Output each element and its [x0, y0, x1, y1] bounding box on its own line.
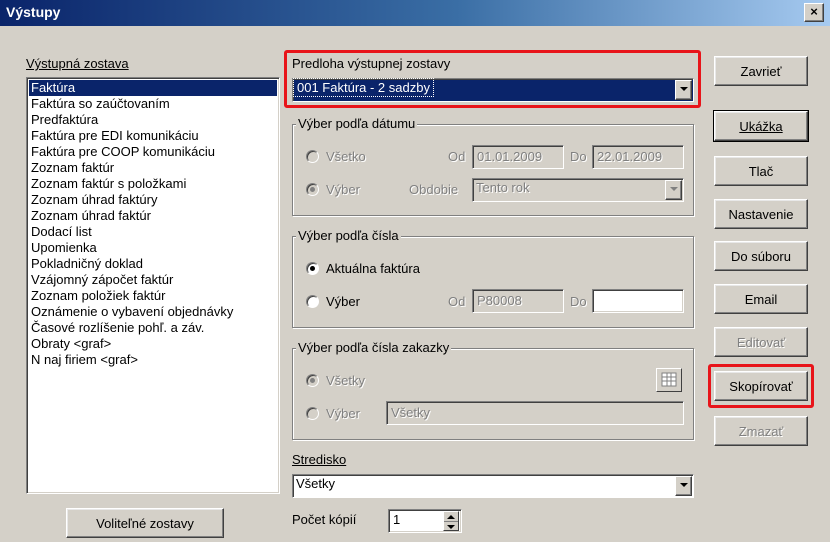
preview-button[interactable]: Ukážka: [713, 110, 809, 142]
report-list: Faktúra Faktúra so zaúčtovaním Predfaktúra…: [29, 80, 277, 368]
report-list-item[interactable]: Pokladničný doklad: [29, 256, 277, 272]
report-list-item[interactable]: Faktúra: [29, 80, 277, 96]
report-list-item[interactable]: Vzájomný zápočet faktúr: [29, 272, 277, 288]
title-bar: Výstupy ×: [0, 0, 830, 26]
order-select-label: Výber: [326, 406, 360, 421]
settings-button[interactable]: Nastavenie: [714, 199, 808, 229]
number-to-label: Do: [570, 294, 587, 309]
by-date-group: [292, 124, 694, 216]
to-file-button[interactable]: Do súboru: [714, 241, 808, 271]
number-to-field[interactable]: [592, 289, 684, 313]
report-list-item[interactable]: Zoznam faktúr: [29, 160, 277, 176]
by-order-group: [292, 348, 694, 440]
report-list-item[interactable]: Upomienka: [29, 240, 277, 256]
report-list-item[interactable]: Predfaktúra: [29, 112, 277, 128]
grid-icon: [661, 372, 677, 387]
number-current-label: Aktuálna faktúra: [326, 261, 420, 276]
edit-button[interactable]: Editovať: [714, 327, 808, 357]
highlight-template: [284, 50, 701, 108]
close-button[interactable]: Zavrieť: [714, 56, 808, 86]
report-list-item[interactable]: Zoznam úhrad faktúry: [29, 192, 277, 208]
center-combo[interactable]: Všetky: [292, 474, 694, 498]
date-all-label: Všetko: [326, 149, 366, 164]
highlight-copy: [708, 364, 814, 408]
center-dropdown-icon[interactable]: [675, 476, 692, 496]
center-value: Všetky: [296, 476, 336, 491]
date-period-label: Obdobie: [409, 182, 459, 197]
date-to-label: Do: [570, 149, 587, 164]
delete-button[interactable]: Zmazať: [714, 416, 808, 446]
close-icon[interactable]: ×: [804, 3, 824, 22]
order-all-label: Všetky: [326, 373, 366, 388]
by-number-title: Výber podľa čísla: [296, 228, 401, 243]
copies-label: Počet kópií: [292, 512, 357, 527]
order-picker-button[interactable]: [656, 368, 682, 392]
report-list-item[interactable]: Časové rozlíšenie pohľ. a záv.: [29, 320, 277, 336]
spin-down-icon[interactable]: [444, 521, 458, 530]
date-period-combo[interactable]: Tento rok: [472, 178, 684, 202]
number-from-label: Od: [448, 294, 466, 309]
date-select-radio[interactable]: [306, 183, 319, 196]
optional-reports-button[interactable]: Voliteľné zostavy: [66, 508, 224, 538]
date-all-radio[interactable]: [306, 150, 319, 163]
report-list-item[interactable]: Faktúra pre COOP komunikáciu: [29, 144, 277, 160]
by-number-group: [292, 236, 694, 328]
report-list-item[interactable]: Zoznam položiek faktúr: [29, 288, 277, 304]
copies-spinner[interactable]: [443, 511, 459, 531]
report-list-heading: Výstupná zostava: [26, 56, 129, 71]
report-list-item[interactable]: Dodací list: [29, 224, 277, 240]
report-listbox[interactable]: Faktúra Faktúra so zaúčtovaním Predfaktúra…: [26, 77, 280, 494]
period-dropdown-icon[interactable]: [665, 180, 682, 200]
print-button[interactable]: Tlač: [714, 156, 808, 186]
report-list-item[interactable]: Zoznam faktúr s položkami: [29, 176, 277, 192]
report-list-item[interactable]: Obraty <graf>: [29, 336, 277, 352]
email-button[interactable]: Email: [714, 284, 808, 314]
by-order-title: Výber podľa čísla zakazky: [296, 340, 452, 355]
date-from-label: Od: [448, 149, 466, 164]
date-to-field[interactable]: 22.01.2009: [592, 145, 684, 169]
number-select-radio[interactable]: [306, 295, 319, 308]
report-list-item[interactable]: Zoznam úhrad faktúr: [29, 208, 277, 224]
spin-up-icon[interactable]: [444, 512, 458, 521]
report-list-item[interactable]: Faktúra so zaúčtovaním: [29, 96, 277, 112]
number-select-label: Výber: [326, 294, 360, 309]
center-label: Stredisko: [292, 452, 347, 467]
report-list-item[interactable]: Faktúra pre EDI komunikáciu: [29, 128, 277, 144]
report-list-item[interactable]: N naj firiem <graf>: [29, 352, 277, 368]
date-select-label: Výber: [326, 182, 360, 197]
order-select-field[interactable]: Všetky: [386, 401, 684, 425]
report-list-item[interactable]: Oznámenie o vybavení objednávky: [29, 304, 277, 320]
by-date-title: Výber podľa dátumu: [296, 116, 418, 131]
vystupy-dialog: Výstupy × Výstupná zostava Faktúra Faktúr…: [0, 0, 830, 542]
date-period-value: Tento rok: [476, 180, 530, 195]
order-all-radio[interactable]: [306, 374, 319, 387]
window-title: Výstupy: [6, 4, 61, 20]
date-from-field[interactable]: 01.01.2009: [472, 145, 564, 169]
number-from-field[interactable]: P80008: [472, 289, 564, 313]
number-current-radio[interactable]: [306, 262, 319, 275]
order-select-radio[interactable]: [306, 407, 319, 420]
